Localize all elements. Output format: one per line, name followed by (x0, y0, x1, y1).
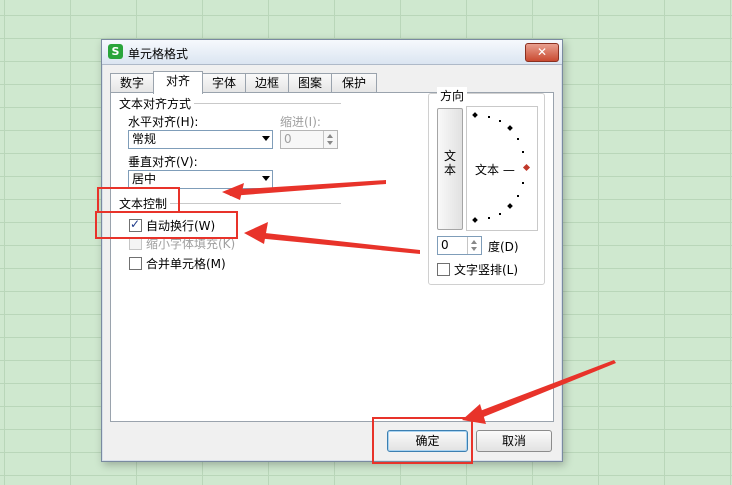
arrow-down-icon (471, 247, 477, 251)
tab-font[interactable]: 字体 (202, 73, 246, 93)
horizontal-align-select[interactable]: 常规 (128, 130, 273, 149)
cancel-button[interactable]: 取消 (476, 430, 552, 452)
close-button[interactable]: ✕ (525, 43, 559, 62)
wps-app-icon: S (108, 44, 123, 59)
merge-cells-checkbox[interactable] (129, 257, 142, 270)
degree-label: 度(D) (488, 240, 519, 254)
tab-pattern[interactable]: 图案 (288, 73, 332, 93)
annotation-box-ok (372, 417, 473, 464)
dialog-title: 单元格格式 (128, 47, 189, 61)
vertical-align-label: 垂直对齐(V): (128, 155, 198, 169)
annotation-box-wrap-text (95, 211, 238, 239)
orientation-dial[interactable]: 文本 — (466, 106, 538, 231)
indent-value: 0 (284, 132, 292, 146)
alignment-group-title: 文本对齐方式 (119, 95, 195, 112)
tab-number[interactable]: 数字 (110, 73, 154, 93)
vertical-text-char-2: 本 (443, 163, 456, 177)
vertical-align-value: 居中 (132, 172, 157, 186)
orientation-group-title: 方向 (437, 87, 468, 104)
tab-alignment[interactable]: 对齐 (153, 71, 203, 94)
vertical-text-button[interactable]: 文 本 (437, 108, 463, 230)
dial-text: 文本 — (475, 163, 515, 177)
vertical-text-char-1: 文 (443, 149, 456, 163)
degree-value: 0 (441, 238, 449, 252)
indent-label: 缩进(I): (280, 115, 321, 129)
degree-stepper[interactable]: 0 (437, 236, 482, 255)
arrow-up-icon (471, 240, 477, 244)
title-bar[interactable]: S 单元格格式 ✕ (102, 40, 562, 65)
arrow-down-icon (327, 141, 333, 145)
format-cells-dialog: S 单元格格式 ✕ 数字 对齐 字体 边框 图案 保护 文本对齐方式 水平对齐(… (101, 39, 563, 462)
indent-spin-buttons[interactable] (323, 131, 337, 148)
horizontal-align-label: 水平对齐(H): (128, 115, 199, 129)
degree-spin-buttons[interactable] (467, 237, 481, 254)
indent-stepper[interactable]: 0 (280, 130, 338, 149)
tab-strip: 数字 对齐 字体 边框 图案 保护 (110, 71, 550, 94)
tab-protection[interactable]: 保护 (331, 73, 377, 93)
chevron-down-icon (262, 176, 270, 181)
alignment-panel: 文本对齐方式 水平对齐(H): 常规 缩进(I): 0 垂直对齐(V): 居中 … (110, 87, 554, 422)
horizontal-align-value: 常规 (132, 132, 157, 146)
annotation-box-text-control (97, 187, 180, 213)
chevron-down-icon (262, 136, 270, 141)
vertical-text-label[interactable]: 文字竖排(L) (454, 261, 518, 278)
merge-cells-label[interactable]: 合并单元格(M) (146, 255, 226, 272)
tab-border[interactable]: 边框 (245, 73, 289, 93)
vertical-text-checkbox[interactable] (437, 263, 450, 276)
arrow-up-icon (327, 134, 333, 138)
